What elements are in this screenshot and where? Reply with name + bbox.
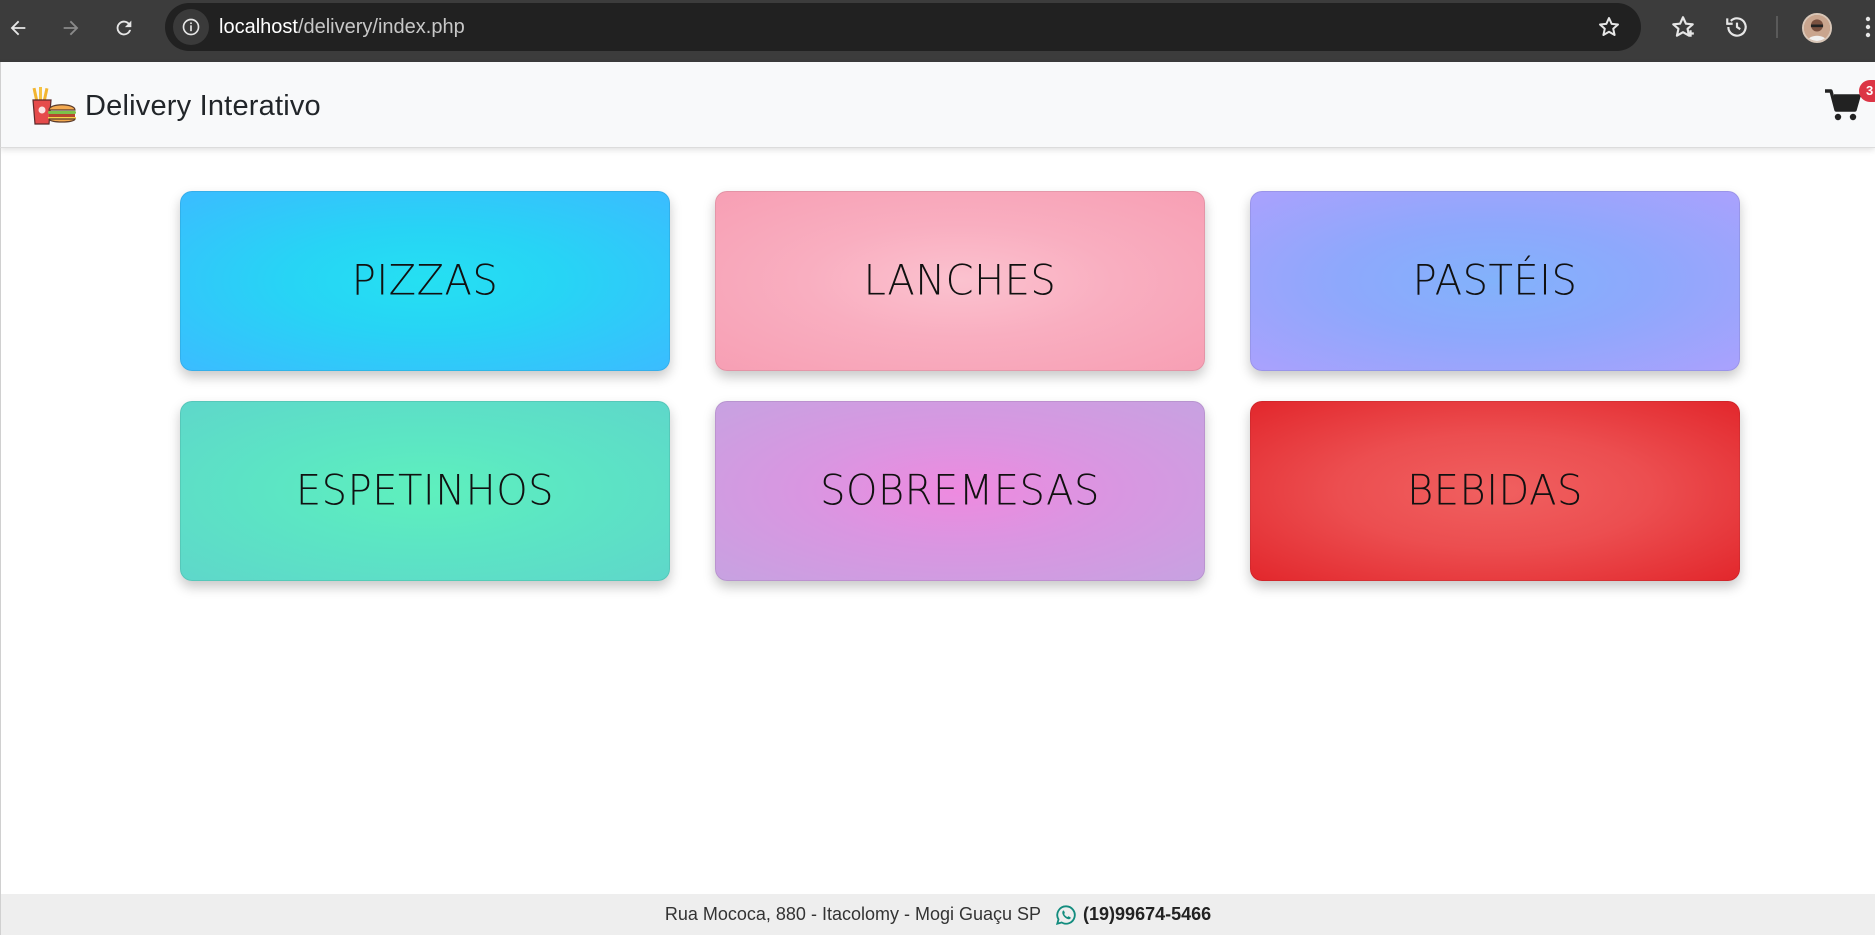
url-path: /delivery/index.php: [297, 16, 465, 38]
footer-address: Rua Mococa, 880 - Itacolomy - Mogi Guaçu…: [664, 904, 1042, 924]
app-navbar: Delivery Interativo 3: [0, 62, 1875, 148]
category-label: BEBIDAS: [1407, 466, 1583, 516]
category-label: SOBREMESAS: [820, 466, 1100, 516]
category-card-sobremesas[interactable]: SOBREMESAS: [715, 401, 1205, 581]
category-label: PASTÉIS: [1412, 256, 1578, 306]
reload-icon[interactable]: [106, 10, 142, 46]
back-arrow-icon[interactable]: [0, 10, 36, 46]
shopping-cart-icon[interactable]: [1823, 85, 1863, 125]
footer-phone[interactable]: (19)99674-5466: [1083, 904, 1211, 925]
profile-avatar[interactable]: [1802, 13, 1832, 43]
food-combo-icon: [32, 87, 76, 125]
category-grid: PIZZAS LANCHES PASTÉIS ESPETINHOS SOBREM…: [0, 148, 1875, 894]
brand-link[interactable]: Delivery Interativo: [31, 84, 321, 128]
category-label: LANCHES: [863, 256, 1057, 306]
url-text[interactable]: localhost/delivery/index.php: [219, 16, 465, 39]
category-card-pizzas[interactable]: PIZZAS: [180, 191, 670, 371]
bookmark-star-icon[interactable]: [1597, 15, 1621, 39]
menu-dots-icon[interactable]: [1861, 14, 1875, 40]
toolbar-divider: [1776, 16, 1778, 38]
address-bar[interactable]: localhost/delivery/index.php: [165, 3, 1641, 51]
url-host: localhost: [219, 16, 298, 38]
forward-arrow-icon[interactable]: [53, 10, 89, 46]
category-card-espetinhos[interactable]: ESPETINHOS: [180, 401, 670, 581]
category-card-bebidas[interactable]: BEBIDAS: [1250, 401, 1740, 581]
brand-title: Delivery Interativo: [85, 89, 321, 122]
category-card-pasteis[interactable]: PASTÉIS: [1250, 191, 1740, 371]
category-card-lanches[interactable]: LANCHES: [715, 191, 1205, 371]
browser-toolbar: localhost/delivery/index.php: [0, 0, 1875, 62]
bookmarks-icon[interactable]: [1670, 14, 1696, 40]
history-icon[interactable]: [1724, 14, 1750, 40]
cart-count-badge: 3: [1859, 80, 1875, 102]
category-label: ESPETINHOS: [295, 466, 555, 516]
category-label: PIZZAS: [351, 256, 499, 306]
page-footer: Rua Mococa, 880 - Itacolomy - Mogi Guaçu…: [0, 894, 1875, 935]
info-icon[interactable]: [173, 9, 209, 45]
whatsapp-icon: [1056, 904, 1076, 925]
